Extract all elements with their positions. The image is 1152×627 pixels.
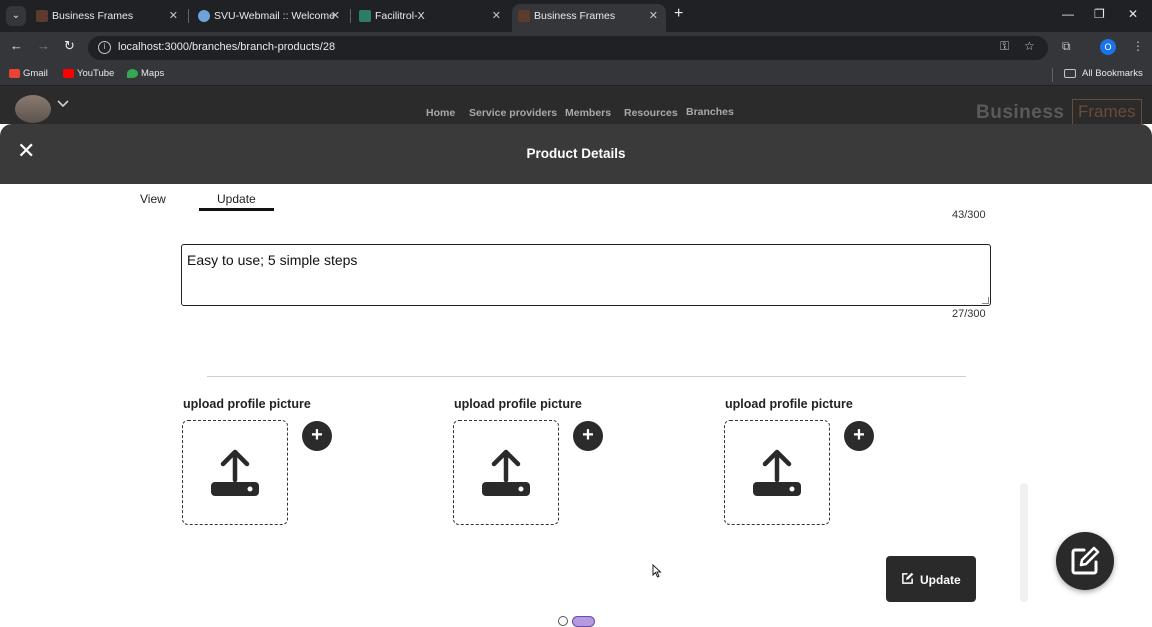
bookmark-label: Gmail (23, 68, 48, 79)
new-tab-button[interactable]: + (674, 5, 683, 23)
pagination-dot-1[interactable] (558, 616, 568, 626)
gmail-icon (9, 69, 20, 78)
site-favicon-icon (518, 10, 530, 22)
update-button[interactable]: Update (886, 556, 976, 602)
profile-avatar[interactable]: O (1100, 39, 1116, 55)
upload-dropzone-1[interactable] (182, 420, 288, 525)
brand-logo-primary: Business (976, 102, 1065, 123)
tab-title: SVU-Webmail :: Welcome (214, 10, 335, 22)
tab-title: Business Frames (534, 10, 616, 22)
resize-handle[interactable] (982, 297, 989, 304)
bookmark-youtube[interactable]: YouTube (63, 68, 114, 79)
chevron-down-icon[interactable] (57, 99, 69, 111)
close-tab-icon[interactable]: ✕ (649, 4, 658, 28)
browser-menu-icon[interactable]: ⋮ (1132, 39, 1144, 53)
brand-logo-secondary: Frames (1072, 99, 1142, 125)
site-info-icon[interactable]: i (98, 41, 111, 54)
upload-label-1: upload profile picture (183, 397, 311, 411)
add-picture-button-1[interactable]: + (302, 421, 332, 451)
tab-title: Facilitrol-X (375, 10, 425, 22)
modal-title: Product Details (526, 146, 626, 161)
add-picture-button-2[interactable]: + (573, 421, 603, 451)
tab-separator (188, 9, 189, 23)
floating-edit-button[interactable] (1056, 532, 1114, 590)
add-picture-button-3[interactable]: + (844, 421, 874, 451)
tab-update[interactable]: Update (217, 192, 256, 206)
browser-tab-2[interactable]: SVU-Webmail :: Welcome ✕ (192, 4, 348, 28)
nav-branches[interactable]: Branches (686, 106, 734, 118)
close-tab-icon[interactable]: ✕ (331, 4, 340, 28)
browser-tab-3[interactable]: Facilitrol-X ✕ (353, 4, 509, 28)
reload-icon[interactable]: ↻ (64, 38, 75, 54)
folder-icon (1064, 69, 1076, 78)
bookmarks-bar: Gmail YouTube Maps All Bookmarks (0, 64, 1152, 86)
bookmark-label: Maps (141, 68, 165, 79)
nav-resources[interactable]: Resources (624, 107, 678, 119)
tab-separator (350, 9, 351, 23)
bookmarks-separator (1052, 68, 1053, 82)
pagination-dot-2-active[interactable] (572, 616, 595, 627)
edit-icon (902, 572, 914, 584)
bookmark-label: YouTube (77, 68, 115, 79)
upload-icon (211, 449, 259, 496)
tab-view[interactable]: View (140, 192, 166, 206)
upload-icon (482, 449, 530, 496)
close-tab-icon[interactable]: ✕ (169, 4, 178, 28)
tab-search-button[interactable]: ⌄ (6, 6, 26, 26)
upload-label-3: upload profile picture (725, 397, 853, 411)
profile-initial: O (1104, 42, 1112, 52)
char-counter-top: 43/300 (952, 209, 986, 221)
app-navbar: Home Service providers Members Resources… (0, 86, 1152, 125)
youtube-icon (63, 69, 74, 78)
upload-dropzone-2[interactable] (453, 420, 559, 525)
site-favicon-icon (359, 10, 371, 22)
minimize-icon[interactable]: — (1062, 7, 1074, 21)
user-avatar[interactable] (15, 95, 51, 123)
site-favicon-icon (36, 10, 48, 22)
restore-icon[interactable]: ❐ (1094, 7, 1105, 21)
password-key-icon[interactable]: ⚿ (1000, 39, 1009, 54)
bookmark-star-icon[interactable]: ☆ (1024, 39, 1035, 53)
bookmark-gmail[interactable]: Gmail (9, 68, 48, 79)
back-icon[interactable]: ← (10, 38, 23, 53)
edit-icon (1071, 546, 1100, 575)
nav-members[interactable]: Members (565, 107, 611, 119)
upload-dropzone-3[interactable] (724, 420, 830, 525)
browser-tab-bar: ⌄ Business Frames ✕ SVU-Webmail :: Welco… (0, 0, 1152, 32)
upload-icon (753, 449, 801, 496)
window-close-icon[interactable]: ✕ (1128, 7, 1138, 21)
extensions-icon[interactable]: ⧉ (1062, 39, 1071, 54)
all-bookmarks-label: All Bookmarks (1082, 68, 1143, 79)
modal-header: ✕ Product Details (0, 124, 1152, 184)
active-tab-indicator (199, 208, 274, 211)
browser-toolbar: ← → ↻ i localhost:3000/branches/branch-p… (0, 32, 1152, 64)
address-bar[interactable]: i localhost:3000/branches/branch-product… (88, 36, 1048, 60)
close-tab-icon[interactable]: ✕ (492, 4, 501, 28)
char-counter-bottom: 27/300 (952, 308, 986, 320)
bookmark-maps[interactable]: Maps (127, 68, 164, 79)
modal-scrollbar[interactable] (1020, 483, 1028, 602)
update-button-label: Update (920, 573, 961, 587)
nav-service-providers[interactable]: Service providers (469, 107, 557, 119)
section-divider (207, 376, 966, 377)
browser-tab-4[interactable]: Business Frames ✕ (512, 4, 666, 32)
upload-label-2: upload profile picture (454, 397, 582, 411)
maps-pin-icon (127, 69, 138, 78)
nav-home[interactable]: Home (426, 107, 455, 119)
url-text[interactable]: localhost:3000/branches/branch-products/… (118, 41, 335, 53)
browser-tab-1[interactable]: Business Frames ✕ (30, 4, 186, 28)
tab-title: Business Frames (52, 10, 134, 22)
description-textarea[interactable]: Easy to use; 5 simple steps (181, 244, 991, 306)
mouse-cursor-icon (652, 564, 662, 578)
site-favicon-icon (198, 10, 210, 22)
description-text[interactable]: Easy to use; 5 simple steps (187, 252, 357, 268)
forward-icon[interactable]: → (37, 38, 50, 53)
all-bookmarks[interactable]: All Bookmarks (1064, 68, 1143, 79)
